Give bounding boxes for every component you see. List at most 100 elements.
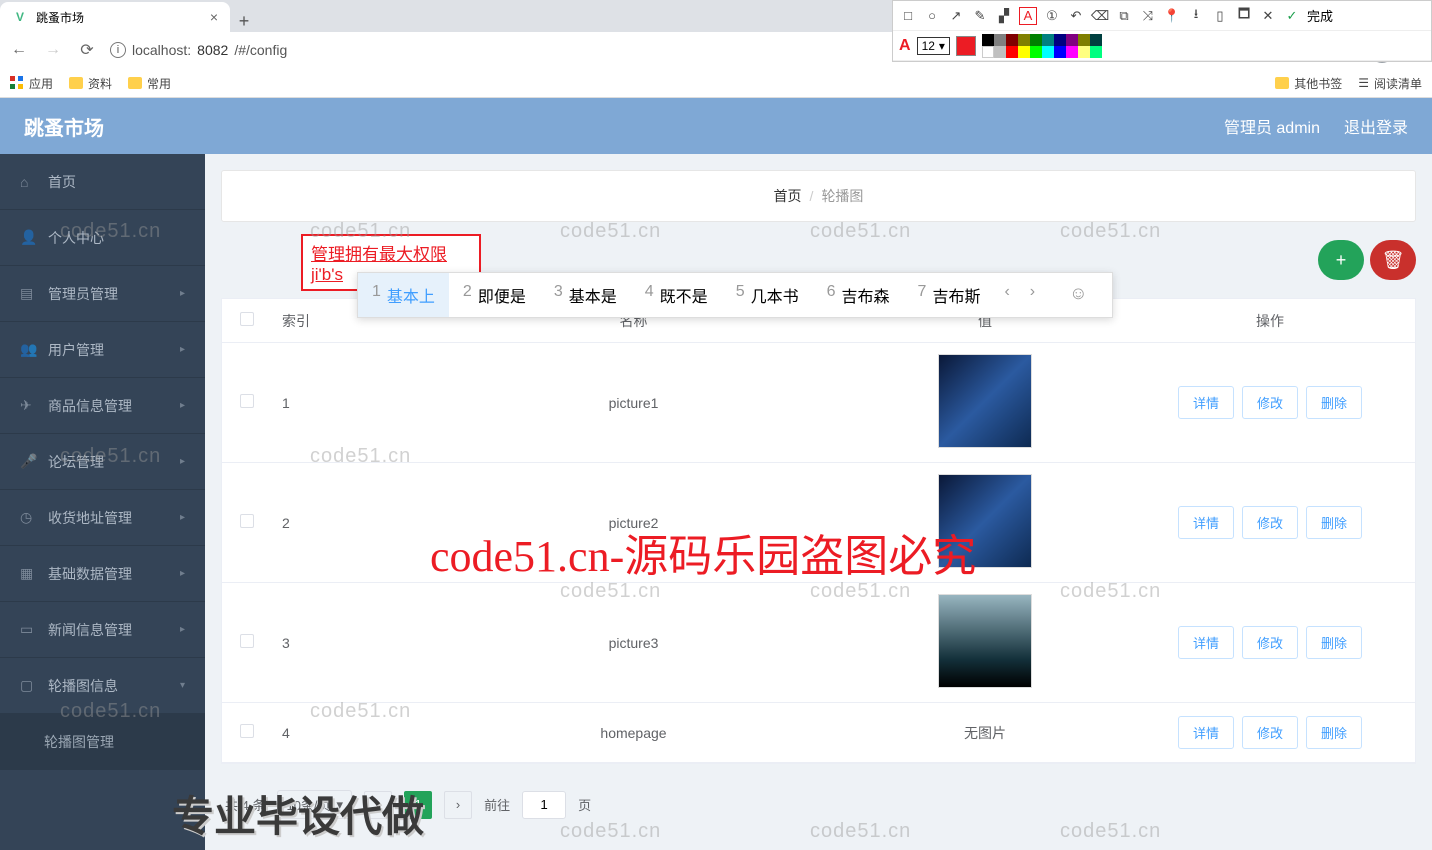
close-tab-icon[interactable]: × (210, 9, 218, 25)
detail-button[interactable]: 详情 (1178, 386, 1234, 419)
ime-candidates: 1基本上 2即便是 3基本是 4既不是 5几本书 6吉布森 7吉布斯 ‹ › ☺ (357, 272, 1113, 318)
done-check-icon[interactable]: ✓ (1283, 7, 1301, 25)
col-ops: 操作 (1125, 311, 1415, 331)
edit-button[interactable]: 修改 (1242, 716, 1298, 749)
table-row: 1picture1详情修改删除 (222, 343, 1415, 463)
edit-button[interactable]: 修改 (1242, 506, 1298, 539)
user-label[interactable]: 管理员 admin (1224, 114, 1320, 138)
cell-index: 2 (272, 515, 422, 531)
select-all-checkbox[interactable] (240, 312, 254, 326)
font-size-select[interactable]: 12▾ (917, 37, 950, 55)
text-tool-icon[interactable]: A (1019, 7, 1037, 25)
copy-icon[interactable]: ⧉ (1115, 7, 1133, 25)
font-indicator: A (899, 37, 911, 55)
bookmarks-bar: 应用 资料 常用 其他书签 ☰阅读清单 (0, 68, 1432, 98)
ime-candidate-3[interactable]: 3基本是 (540, 273, 631, 317)
ime-candidate-2[interactable]: 2即便是 (449, 273, 540, 317)
ime-candidate-4[interactable]: 4既不是 (631, 273, 722, 317)
page-size-select[interactable]: 10条/页▾ (277, 790, 352, 819)
delete-button[interactable]: 🗑 (1370, 240, 1416, 280)
detail-button[interactable]: 详情 (1178, 626, 1234, 659)
row-checkbox[interactable] (240, 724, 254, 738)
current-color[interactable] (956, 36, 976, 56)
ime-candidate-6[interactable]: 6吉布森 (813, 273, 904, 317)
edit-button[interactable]: 修改 (1242, 626, 1298, 659)
phone-icon[interactable]: ▯ (1211, 7, 1229, 25)
sidebar-item-basedata[interactable]: ▦基础数据管理▸ (0, 546, 205, 602)
cell-value (845, 594, 1125, 691)
sidebar-item-news[interactable]: ▭新闻信息管理▸ (0, 602, 205, 658)
row-delete-button[interactable]: 删除 (1306, 386, 1362, 419)
sidebar-item-home[interactable]: ⌂首页 (0, 154, 205, 210)
sidebar-item-carousel[interactable]: ▢轮播图信息▾ (0, 658, 205, 714)
cell-name: homepage (422, 725, 845, 741)
arrow-icon[interactable]: ↗ (947, 7, 965, 25)
page-1[interactable]: 1 (404, 791, 432, 819)
row-checkbox[interactable] (240, 514, 254, 528)
close-tool-icon[interactable]: ✕ (1259, 7, 1277, 25)
plus-icon: + (1336, 250, 1347, 271)
color-palette[interactable] (982, 34, 1102, 58)
page-input[interactable] (522, 791, 566, 819)
ime-candidate-1[interactable]: 1基本上 (358, 273, 449, 317)
number-icon[interactable]: ① (1043, 7, 1061, 25)
page-next[interactable]: › (444, 791, 472, 819)
sidebar-item-address[interactable]: ◷收货地址管理▸ (0, 490, 205, 546)
mic-icon: 🎤 (20, 453, 36, 470)
ime-prev[interactable]: ‹ (994, 273, 1019, 317)
row-delete-button[interactable]: 删除 (1306, 716, 1362, 749)
data-icon: ▦ (20, 565, 36, 582)
sidebar-item-admin[interactable]: ▤管理员管理▸ (0, 266, 205, 322)
reload-button[interactable]: ⟳ (76, 40, 98, 60)
sidebar-item-users[interactable]: 👥用户管理▸ (0, 322, 205, 378)
eraser-icon[interactable]: ⌫ (1091, 7, 1109, 25)
ime-next[interactable]: › (1020, 273, 1045, 317)
done-label[interactable]: 完成 (1307, 6, 1333, 25)
app-root: 跳蚤市场 管理员 admin 退出登录 ⌂首页 👤个人中心 ▤管理员管理▸ 👥用… (0, 98, 1432, 850)
save-icon[interactable]: 🗖 (1235, 7, 1253, 25)
user-icon: 👤 (20, 229, 36, 246)
info-icon[interactable]: i (110, 42, 126, 58)
back-button[interactable]: ← (8, 41, 30, 59)
bookmark-folder-2[interactable]: 常用 (128, 75, 171, 92)
ime-emoji[interactable]: ☺ (1059, 273, 1097, 317)
list-icon: ☰ (1358, 76, 1369, 90)
logout-link[interactable]: 退出登录 (1344, 114, 1408, 138)
forward-button[interactable]: → (42, 41, 64, 59)
page-prev[interactable]: ‹ (364, 791, 392, 819)
bookmark-folder-1[interactable]: 资料 (69, 75, 112, 92)
sidebar-item-profile[interactable]: 👤个人中心 (0, 210, 205, 266)
undo-icon[interactable]: ↶ (1067, 7, 1085, 25)
url-path: /#/config (234, 42, 287, 58)
pen-icon[interactable]: ✎ (971, 7, 989, 25)
detail-button[interactable]: 详情 (1178, 716, 1234, 749)
pin-icon[interactable]: 📍 (1163, 7, 1181, 25)
other-bookmarks[interactable]: 其他书签 (1275, 75, 1342, 92)
shuffle-icon[interactable]: ⤨ (1139, 7, 1157, 25)
row-checkbox[interactable] (240, 634, 254, 648)
marker-icon[interactable]: ▞ (995, 7, 1013, 25)
browser-tab[interactable]: V 跳蚤市场 × (0, 2, 230, 32)
circle-icon[interactable]: ○ (923, 7, 941, 25)
download-icon[interactable]: ⭳ (1187, 7, 1205, 25)
row-delete-button[interactable]: 删除 (1306, 626, 1362, 659)
edit-button[interactable]: 修改 (1242, 386, 1298, 419)
table-row: 4homepage无图片详情修改删除 (222, 703, 1415, 763)
row-checkbox[interactable] (240, 394, 254, 408)
ime-candidate-5[interactable]: 5几本书 (722, 273, 813, 317)
row-delete-button[interactable]: 删除 (1306, 506, 1362, 539)
reading-list[interactable]: ☰阅读清单 (1358, 75, 1422, 92)
cell-name: picture2 (422, 515, 845, 531)
rect-icon[interactable]: □ (899, 7, 917, 25)
sidebar-sub-carousel-mgmt[interactable]: 轮播图管理 (0, 714, 205, 770)
sidebar-item-products[interactable]: ✈商品信息管理▸ (0, 378, 205, 434)
apps-bookmark[interactable]: 应用 (10, 75, 53, 92)
ime-candidate-7[interactable]: 7吉布斯 (904, 273, 995, 317)
detail-button[interactable]: 详情 (1178, 506, 1234, 539)
cell-value (845, 474, 1125, 571)
sidebar-item-forum[interactable]: 🎤论坛管理▸ (0, 434, 205, 490)
thumbnail-image (938, 474, 1032, 568)
new-tab-button[interactable]: + (230, 11, 258, 32)
add-button[interactable]: + (1318, 240, 1364, 280)
breadcrumb-root[interactable]: 首页 (774, 186, 802, 206)
